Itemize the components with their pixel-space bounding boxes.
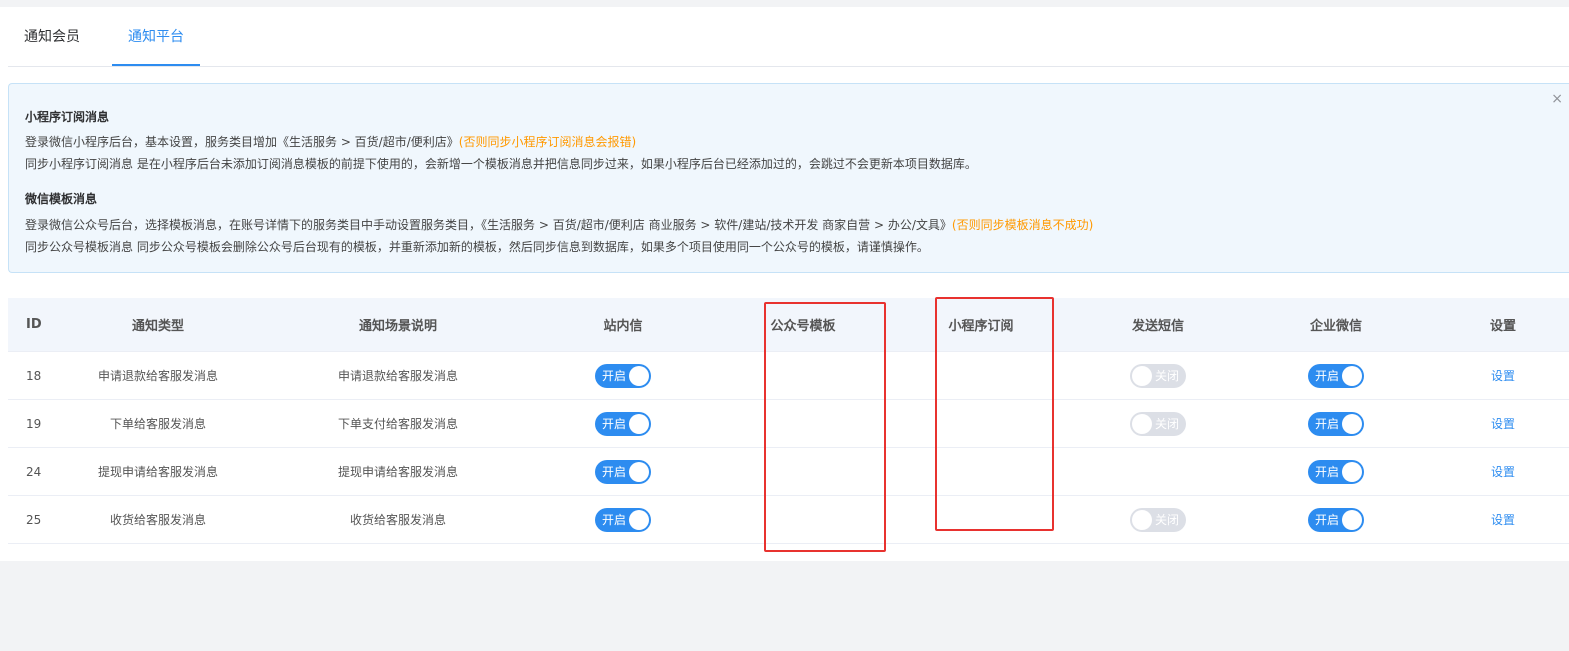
cell-sms: 关闭 <box>1103 496 1213 543</box>
toggle-label: 开启 <box>1315 368 1340 383</box>
wx-template-title: 微信模板消息 <box>25 192 98 206</box>
header-enterprise-wechat: 企业微信 <box>1309 319 1362 334</box>
enterprise-wechat-toggle[interactable]: 开启 <box>1308 411 1364 436</box>
cell-type: 申请退款给客服发消息 <box>97 369 218 383</box>
mini-program-line2: 同步小程序订阅消息 是在小程序后台未添加订阅消息模板的前提下使用的，会新增一个模… <box>25 157 977 171</box>
cell-id: 19 <box>26 416 42 431</box>
toggle-knob <box>1132 365 1152 386</box>
toggle-knob <box>1342 509 1362 530</box>
settings-link[interactable]: 设置 <box>1491 463 1515 480</box>
sms-toggle[interactable]: 关闭 <box>1130 363 1186 388</box>
cell-sms: 关闭 <box>1103 400 1213 447</box>
annotation-box-official-account <box>764 302 886 552</box>
toggle-knob <box>1132 509 1152 530</box>
toggle-knob <box>1132 413 1152 434</box>
enterprise-wechat-toggle[interactable]: 开启 <box>1308 459 1364 484</box>
cell-id: 24 <box>26 464 42 479</box>
cell-id: 18 <box>26 368 42 383</box>
toggle-label: 开启 <box>602 512 627 527</box>
cell-type: 收货给客服发消息 <box>109 513 206 527</box>
active-tab-indicator <box>112 64 200 66</box>
header-settings: 设置 <box>1489 319 1516 334</box>
site-message-toggle[interactable]: 开启 <box>595 459 651 484</box>
toggle-knob <box>1342 365 1362 386</box>
header-scene: 通知场景说明 <box>358 319 437 334</box>
cell-enterprise-wechat: 开启 <box>1281 352 1391 399</box>
annotation-box-mini-program <box>935 297 1054 531</box>
header-type: 通知类型 <box>131 319 184 334</box>
settings-link[interactable]: 设置 <box>1491 367 1515 384</box>
cell-scene: 收货给客服发消息 <box>349 513 446 527</box>
cell-site-message: 开启 <box>568 400 678 447</box>
site-message-toggle[interactable]: 开启 <box>595 507 651 532</box>
cell-scene: 申请退款给客服发消息 <box>337 369 458 383</box>
cell-sms: 关闭 <box>1103 352 1213 399</box>
toggle-label: 开启 <box>1315 512 1340 527</box>
sms-toggle[interactable]: 关闭 <box>1130 411 1186 436</box>
settings-link[interactable]: 设置 <box>1491 511 1515 528</box>
toggle-label: 开启 <box>602 368 627 383</box>
mini-program-warning: (否则同步小程序订阅消息会报错) <box>458 135 637 149</box>
toggle-label: 开启 <box>1315 464 1340 479</box>
toggle-label: 开启 <box>602 464 627 479</box>
header-id: ID <box>26 317 42 332</box>
toggle-knob <box>629 365 649 386</box>
tab-bar: 通知会员 通知平台 <box>8 7 1569 67</box>
settings-link[interactable]: 设置 <box>1491 415 1515 432</box>
wx-template-line1: 登录微信公众号后台，选择模板消息，在账号详情下的服务类目中手动设置服务类目，《生… <box>25 216 1093 233</box>
enterprise-wechat-toggle[interactable]: 开启 <box>1308 363 1364 388</box>
toggle-label: 开启 <box>602 416 627 431</box>
site-message-toggle[interactable]: 开启 <box>595 363 651 388</box>
wx-template-line2: 同步公众号模板消息 同步公众号模板会删除公众号后台现有的模板，并重新添加新的模板… <box>25 240 929 254</box>
close-icon[interactable]: × <box>1551 92 1563 106</box>
cell-scene: 提现申请给客服发消息 <box>337 465 458 479</box>
cell-enterprise-wechat: 开启 <box>1281 400 1391 447</box>
cell-type: 下单给客服发消息 <box>109 417 206 431</box>
cell-scene: 下单支付给客服发消息 <box>337 417 458 431</box>
cell-site-message: 开启 <box>568 496 678 543</box>
mini-program-title: 小程序订阅消息 <box>25 110 110 124</box>
toggle-knob <box>1342 461 1362 482</box>
info-alert: × 小程序订阅消息 登录微信小程序后台，基本设置，服务类目增加《生活服务 > 百… <box>8 83 1569 273</box>
cell-id: 25 <box>26 512 42 527</box>
wx-template-warning: (否则同步模板消息不成功) <box>951 218 1094 232</box>
toggle-knob <box>629 509 649 530</box>
tab-notify-member[interactable]: 通知会员 <box>24 7 80 67</box>
toggle-label: 关闭 <box>1154 416 1179 431</box>
toggle-knob <box>629 461 649 482</box>
enterprise-wechat-toggle[interactable]: 开启 <box>1308 507 1364 532</box>
mini-program-line1-text: 登录微信小程序后台，基本设置，服务类目增加《生活服务 > 百货/超市/便利店》 <box>25 135 459 149</box>
cell-settings: 设置 <box>1448 496 1558 543</box>
cell-type: 提现申请给客服发消息 <box>97 465 218 479</box>
cell-settings: 设置 <box>1448 400 1558 447</box>
toggle-label: 关闭 <box>1154 512 1179 527</box>
wx-template-line1-text: 登录微信公众号后台，选择模板消息，在账号详情下的服务类目中手动设置服务类目，《生… <box>25 218 952 232</box>
cell-enterprise-wechat: 开启 <box>1281 496 1391 543</box>
cell-settings: 设置 <box>1448 352 1558 399</box>
cell-site-message: 开启 <box>568 352 678 399</box>
header-site-message: 站内信 <box>603 319 643 334</box>
cell-site-message: 开启 <box>568 448 678 495</box>
toggle-knob <box>629 413 649 434</box>
toggle-knob <box>1342 413 1362 434</box>
mini-program-line1: 登录微信小程序后台，基本设置，服务类目增加《生活服务 > 百货/超市/便利店》(… <box>25 133 636 150</box>
cell-sms <box>1103 448 1213 495</box>
cell-settings: 设置 <box>1448 448 1558 495</box>
cell-enterprise-wechat: 开启 <box>1281 448 1391 495</box>
toggle-label: 关闭 <box>1154 368 1179 383</box>
tab-notify-platform[interactable]: 通知平台 <box>112 7 200 67</box>
sms-toggle[interactable]: 关闭 <box>1130 507 1186 532</box>
header-sms: 发送短信 <box>1131 319 1184 334</box>
toggle-label: 开启 <box>1315 416 1340 431</box>
site-message-toggle[interactable]: 开启 <box>595 411 651 436</box>
